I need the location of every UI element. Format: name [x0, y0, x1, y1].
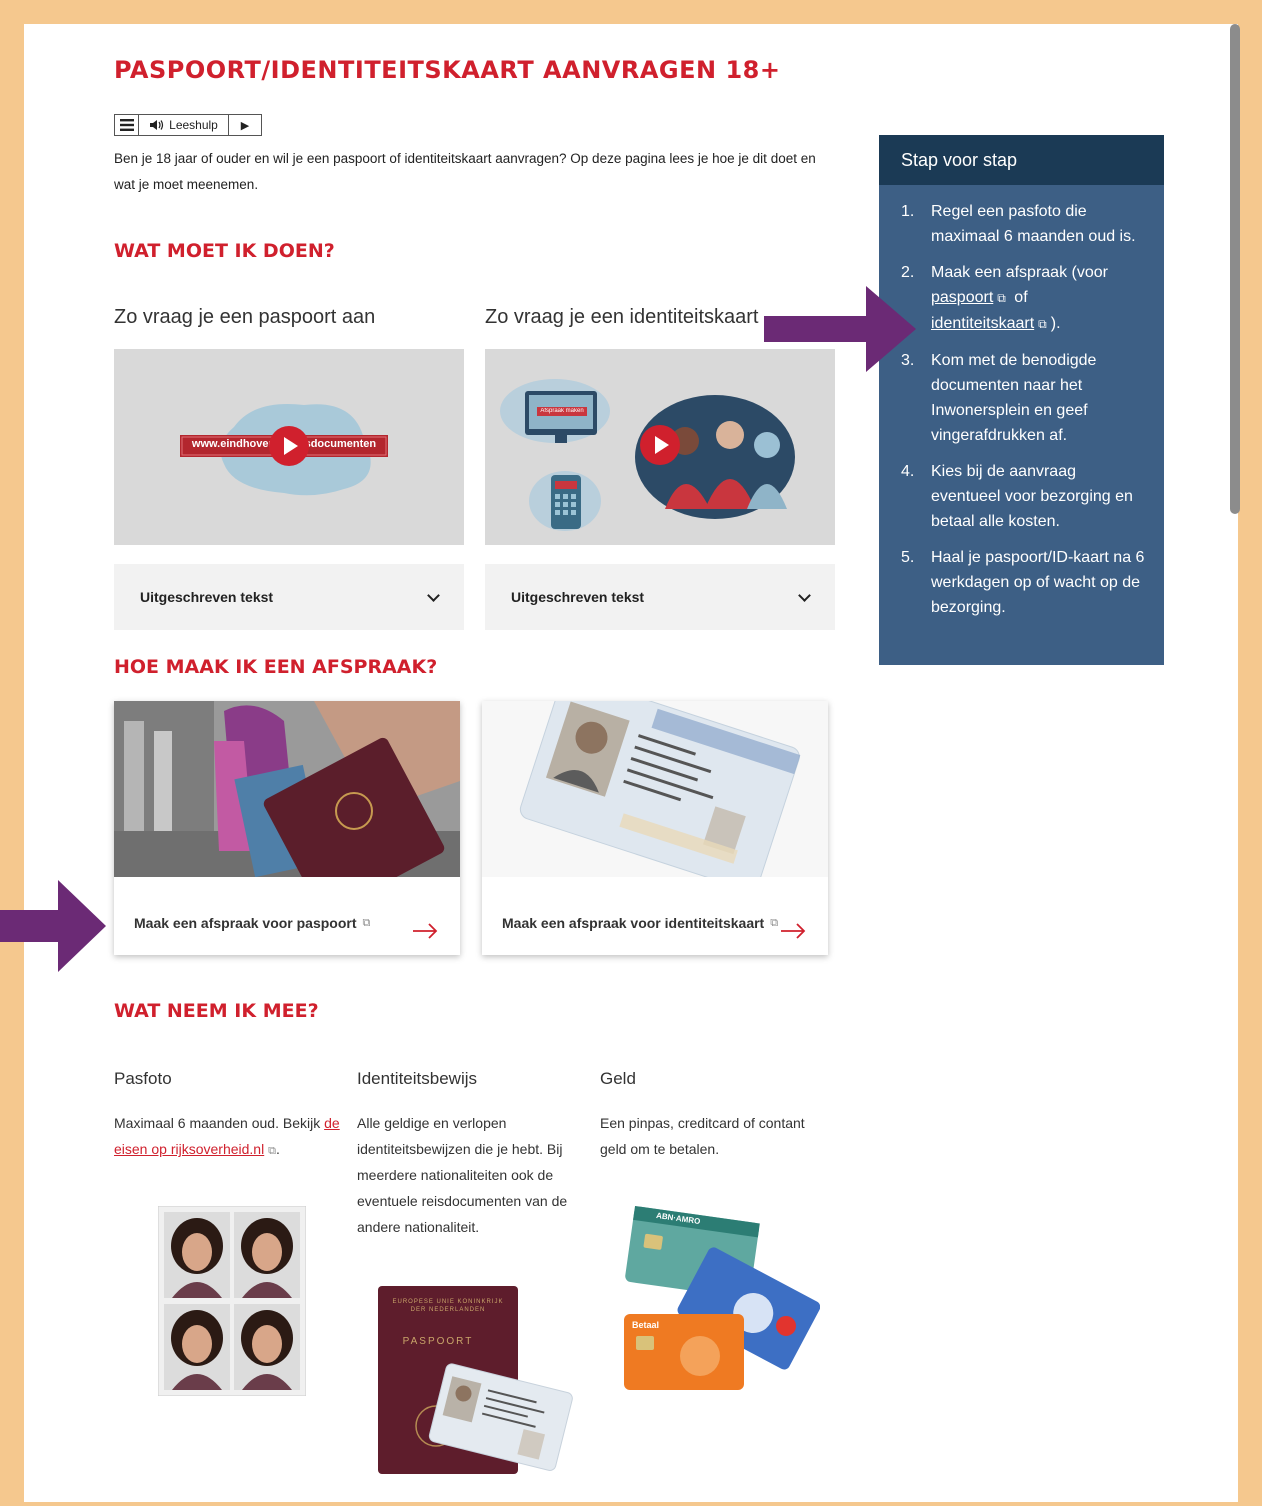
pasfoto-text-post: .	[275, 1141, 280, 1157]
heading-wat-neem-ik-mee: WAT NEEM IK MEE?	[114, 1000, 319, 1022]
intro-text: Ben je 18 jaar of ouder en wil je een pa…	[114, 151, 816, 192]
identiteitskaart-link[interactable]: identiteitskaart	[931, 315, 1034, 332]
play-icon[interactable]: ▶	[229, 115, 261, 135]
heading-wat-moet-ik-doen: WAT MOET IK DOEN?	[114, 240, 335, 262]
video-title-paspoort: Zo vraag je een paspoort aan	[114, 306, 376, 328]
step-item: 1. Regel een pasfoto die maximaal 6 maand…	[901, 199, 1148, 249]
video-play-button[interactable]	[640, 425, 680, 465]
accordion-uitgeschreven-tekst-identiteitskaart[interactable]: Uitgeschreven tekst	[485, 564, 835, 630]
step-text-post: ).	[1050, 315, 1061, 332]
video-player-paspoort[interactable]: www.eindhoven.nl/reisdocumenten	[114, 349, 464, 545]
id-card-image	[482, 701, 828, 877]
external-link-icon: ⧉	[1038, 317, 1047, 331]
leeshulp-toolbar: Leeshulp ▶	[114, 114, 262, 136]
step-number: 4.	[901, 463, 915, 480]
leeshulp-label: Leeshulp	[169, 118, 218, 132]
step-text-pre: Maak een afspraak (voor	[931, 264, 1108, 281]
geld-text: Een pinpas, creditcard of contant geld o…	[600, 1115, 805, 1157]
video-play-button[interactable]	[269, 426, 309, 466]
pasfoto-example-image	[158, 1206, 306, 1396]
passport-cover-text: EUROPESE UNIE KONINKRIJK DER NEDERLANDEN	[392, 1299, 504, 1313]
identiteitsbewijs-heading: Identiteitsbewijs	[357, 1069, 478, 1088]
step-item: 4. Kies bij de aanvraag eventueel voor be…	[901, 459, 1148, 534]
geld-heading: Geld	[600, 1069, 636, 1088]
step-item: 5. Haal je paspoort/ID-kaart na 6 werkdag…	[901, 545, 1148, 620]
step-item: 3. Kom met de benodigde documenten naar h…	[901, 348, 1148, 448]
menu-icon[interactable]	[115, 115, 139, 135]
identiteitsbewijs-text: Alle geldige en verlopen identiteitsbewi…	[357, 1115, 568, 1235]
accordion-label: Uitgeschreven tekst	[511, 589, 645, 605]
page-title: PASPOORT/IDENTITEITSKAART AANVRAGEN 18+	[114, 56, 781, 84]
card-caption-text: Maak een afspraak voor identiteitskaart	[502, 915, 765, 931]
step-text: Haal je paspoort/ID-kaart na 6 werkdagen…	[931, 549, 1145, 616]
card-afspraak-identiteitskaart[interactable]: Maak een afspraak voor identiteitskaart …	[482, 701, 828, 955]
card-afspraak-paspoort[interactable]: Maak een afspraak voor paspoort ⧉	[114, 701, 460, 955]
stap-voor-stap-panel: Stap voor stap 1. Regel een pasfoto die m…	[879, 135, 1164, 665]
pasfoto-text: Maximaal 6 maanden oud. Bekijk de eisen …	[114, 1110, 344, 1164]
step-text: Kies bij de aanvraag eventueel voor bezo…	[931, 463, 1133, 530]
annotation-arrow-icon	[0, 880, 106, 972]
accordion-uitgeschreven-tekst-paspoort[interactable]: Uitgeschreven tekst	[114, 564, 464, 630]
chevron-down-icon	[427, 588, 440, 602]
video-title-identiteitskaart: Zo vraag je een identiteitskaart aan	[485, 306, 765, 328]
step-text: Regel een pasfoto die maximaal 6 maanden…	[931, 203, 1136, 245]
sidebar-title: Stap voor stap	[879, 135, 1164, 185]
external-link-icon: ⧉	[770, 916, 779, 929]
arrow-right-icon	[413, 923, 438, 939]
card-caption[interactable]: Maak een afspraak voor identiteitskaart …	[502, 915, 778, 931]
step-number: 5.	[901, 549, 915, 566]
step-item: 2. Maak een afspraak (voor paspoort ⧉ of …	[901, 260, 1148, 337]
accordion-label: Uitgeschreven tekst	[140, 589, 274, 605]
external-link-icon: ⧉	[997, 291, 1006, 305]
step-text: Kom met de benodigde documenten naar het…	[931, 352, 1097, 444]
external-link-icon: ⧉	[268, 1145, 276, 1157]
video-player-identiteitskaart[interactable]: Afspraak maken	[485, 349, 835, 545]
speaker-icon	[150, 120, 164, 130]
step-text: Maak een afspraak (voor paspoort ⧉ of ide…	[931, 260, 1148, 337]
orange-card-label: Betaal	[632, 1320, 660, 1330]
video-screen-text: Afspraak maken	[540, 408, 584, 414]
pasfoto-text-pre: Maximaal 6 maanden oud. Bekijk	[114, 1115, 321, 1131]
passport-photo-image	[114, 701, 460, 877]
paspoort-link[interactable]: paspoort	[931, 289, 993, 306]
chevron-down-icon	[798, 588, 811, 602]
bank-cards-image: ABN·AMRO Betaal	[620, 1206, 820, 1396]
passport-and-id-image: EUROPESE UNIE KONINKRIJK DER NEDERLANDEN…	[376, 1286, 576, 1476]
card-caption-text: Maak een afspraak voor paspoort	[134, 915, 357, 931]
external-link-icon: ⧉	[362, 916, 371, 929]
passport-cover-title: PASPOORT	[402, 1336, 474, 1347]
scrollbar[interactable]	[1230, 24, 1240, 514]
arrow-right-icon	[781, 923, 806, 939]
annotation-arrow-icon	[764, 286, 916, 372]
card-caption[interactable]: Maak een afspraak voor paspoort ⧉	[134, 915, 370, 931]
leeshulp-button[interactable]: Leeshulp	[139, 115, 229, 135]
step-text-mid: of	[1014, 289, 1028, 306]
heading-hoe-maak-ik-een-afspraak: HOE MAAK IK EEN AFSPRAAK?	[114, 656, 438, 678]
pasfoto-heading: Pasfoto	[114, 1069, 172, 1088]
step-number: 1.	[901, 203, 915, 220]
